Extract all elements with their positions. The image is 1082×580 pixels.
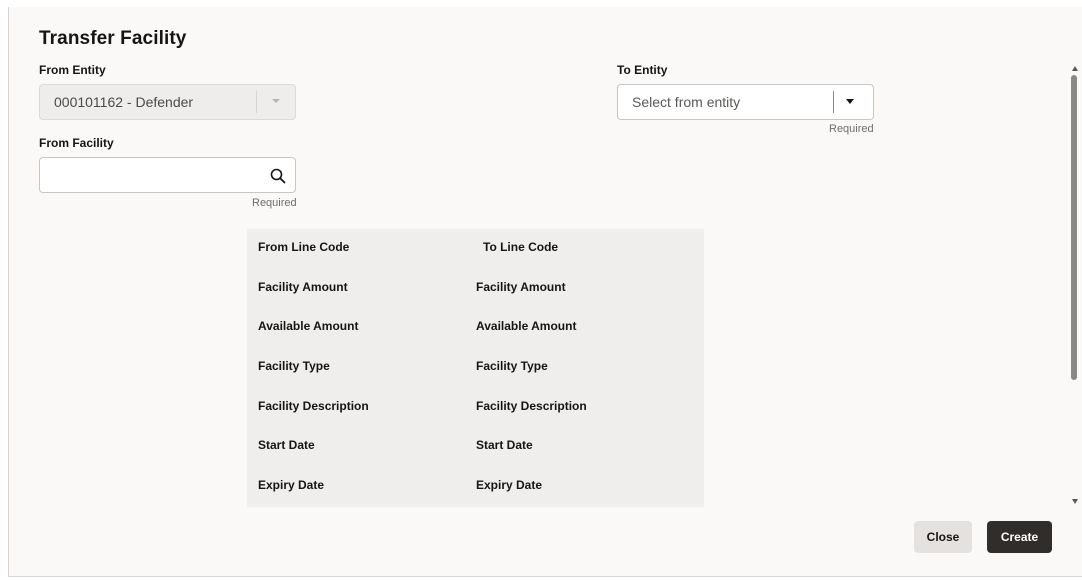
to-line-code-label: To Line Code <box>483 240 559 254</box>
to-facility-description-label: Facility Description <box>476 399 587 413</box>
from-facility-search-input[interactable] <box>39 157 296 193</box>
from-expiry-date-label: Expiry Date <box>258 478 325 492</box>
from-facility-description-label: Facility Description <box>258 399 369 413</box>
from-facility-required-hint: Required <box>252 197 297 209</box>
select-divider <box>256 91 257 113</box>
to-entity-label: To Entity <box>617 63 668 77</box>
scrollbar-thumb[interactable] <box>1071 75 1077 380</box>
to-facility-amount-label: Facility Amount <box>476 280 566 294</box>
from-facility-type-label: Facility Type <box>258 359 330 373</box>
search-icon[interactable] <box>269 167 287 185</box>
chevron-down-icon <box>272 99 280 103</box>
to-entity-required-hint: Required <box>829 123 874 135</box>
to-expiry-date-label: Expiry Date <box>476 478 543 492</box>
to-entity-placeholder: Select from entity <box>632 94 741 110</box>
from-start-date-label: Start Date <box>258 438 315 452</box>
scroll-down-arrow-icon[interactable] <box>1072 499 1078 504</box>
dialog-title: Transfer Facility <box>39 28 187 49</box>
from-line-code-label: From Line Code <box>258 240 350 254</box>
to-facility-type-label: Facility Type <box>476 359 548 373</box>
to-available-amount-label: Available Amount <box>476 319 577 333</box>
from-facility-amount-label: Facility Amount <box>258 280 348 294</box>
from-entity-value: 000101162 - Defender <box>54 94 194 110</box>
from-entity-select[interactable]: 000101162 - Defender <box>39 84 296 120</box>
to-start-date-label: Start Date <box>476 438 533 452</box>
from-available-amount-label: Available Amount <box>258 319 359 333</box>
from-facility-label: From Facility <box>39 136 114 150</box>
create-button[interactable]: Create <box>987 521 1052 553</box>
scroll-up-arrow-icon[interactable] <box>1072 66 1078 71</box>
close-button[interactable]: Close <box>914 521 972 553</box>
to-entity-select[interactable]: Select from entity <box>617 84 874 120</box>
select-divider <box>833 91 834 113</box>
facility-comparison-panel: From Line Code To Line Code Facility Amo… <box>247 229 704 507</box>
chevron-down-icon[interactable] <box>846 99 854 104</box>
from-entity-label: From Entity <box>39 63 106 77</box>
transfer-facility-dialog: Transfer Facility From Entity 000101162 … <box>8 7 1082 577</box>
